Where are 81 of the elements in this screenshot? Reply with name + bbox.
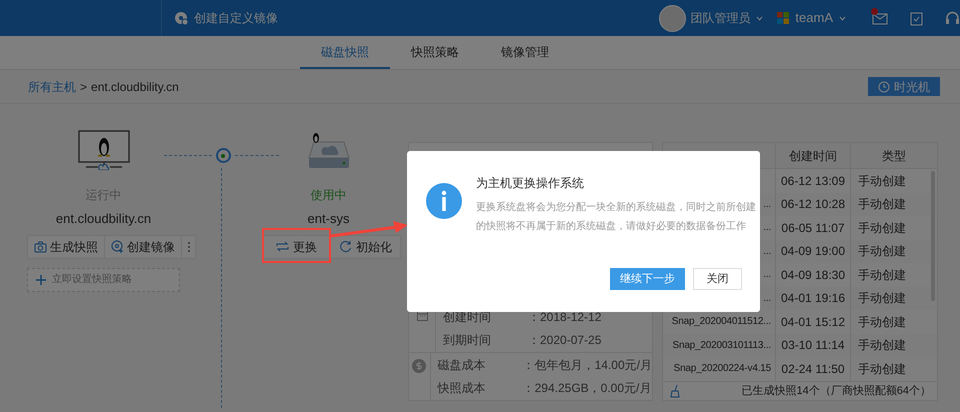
- breadcrumb-link[interactable]: 所有主机: [28, 78, 76, 96]
- time-machine-button[interactable]: 时光机: [868, 77, 940, 96]
- info-icon: [426, 183, 462, 219]
- broom-icon[interactable]: [669, 384, 681, 398]
- info-value: ：包年包月，14.00元/月: [522, 356, 652, 374]
- table-cell-text: Snap_202004011512...: [672, 315, 771, 330]
- info-label: 创建时间: [443, 308, 492, 326]
- snapshot-count: 已生成快照14个（厂商快照配额64个）: [742, 384, 931, 398]
- linux-disk-icon: [308, 132, 350, 170]
- create-image-link[interactable]: 创建自定义镜像: [194, 9, 278, 27]
- avatar[interactable]: [659, 4, 686, 32]
- create-image-button[interactable]: 创建镜像: [104, 236, 181, 258]
- tab[interactable]: 快照策略: [390, 36, 480, 69]
- breadcrumb-separator: >: [80, 78, 88, 96]
- breadcrumb-current: ent.cloudbility.cn: [91, 78, 179, 96]
- table-cell-text: 手动创建: [858, 360, 906, 378]
- table-cell-text: 手动创建: [858, 290, 906, 308]
- mail-icon[interactable]: [872, 11, 888, 25]
- disk-status: 使用中: [310, 187, 346, 204]
- continue-button[interactable]: 继续下一步: [610, 268, 685, 290]
- dialog-title: 为主机更换操作系统: [476, 175, 585, 192]
- table-cell-text: 手动创建: [858, 172, 906, 190]
- headset-icon[interactable]: [945, 10, 960, 26]
- table-cell-text: 04-09 19:00: [780, 243, 846, 260]
- clipboard-icon[interactable]: [910, 10, 923, 26]
- snapshot-policy-button[interactable]: 立即设置快照策略: [27, 268, 180, 292]
- table-cell-text: 手动创建: [858, 220, 906, 237]
- table-cell-text: 06-12 10:28: [780, 196, 846, 214]
- table-cell-text: 手动创建: [858, 243, 906, 260]
- linux-monitor-icon: [78, 130, 130, 170]
- table-cell-text: 06-12 13:09: [780, 172, 846, 190]
- close-button[interactable]: 关闭: [693, 268, 742, 290]
- table-cell-text: 手动创建: [858, 314, 906, 331]
- reset-button[interactable]: 初始化: [330, 236, 400, 258]
- table-cell-text: 02-24 11:50: [781, 360, 845, 378]
- tab[interactable]: 镜像管理: [480, 36, 570, 69]
- user-menu[interactable]: 团队管理员: [690, 9, 750, 27]
- table-cell-text: 04-09 18:30: [780, 266, 846, 284]
- table-cell-text: 手动创建: [858, 196, 906, 214]
- host-name: ent.cloudbility.cn: [56, 210, 152, 228]
- info-label: 到期时间: [443, 332, 492, 350]
- clock-icon: [878, 80, 890, 92]
- table-cell-text: ...: [763, 244, 771, 259]
- connector-line: [234, 155, 278, 156]
- disc-plus-icon: [111, 240, 124, 253]
- info-value: ：294.25GB，0.00元/月: [522, 380, 652, 398]
- chevron-down-icon: [756, 16, 764, 20]
- table-cell-text: 03-10 11:14: [781, 337, 845, 354]
- table-cell-text: Snap_202003101113...: [672, 338, 771, 353]
- info-value: ：2018-12-12: [528, 308, 602, 326]
- team-menu[interactable]: teamA: [795, 8, 833, 28]
- table-cell-text: ...: [763, 268, 771, 282]
- squares-icon: [777, 12, 790, 24]
- camera-icon: [34, 240, 47, 252]
- tab[interactable]: 磁盘快照: [300, 36, 390, 69]
- coin-icon: [412, 359, 426, 373]
- info-label: 磁盘成本: [438, 356, 487, 374]
- column-header: 类型: [881, 148, 907, 164]
- chevron-down-icon: [839, 16, 846, 20]
- status-node: [216, 148, 230, 163]
- replace-button[interactable]: 更换: [263, 236, 330, 258]
- column-header: 创建时间: [776, 143, 851, 168]
- dialog-message: 更换系统盘将会为您分配一块全新的系统磁盘，同时之前所创建的快照将不再属于新的系统磁盘，请做好必要的数据备份工作: [476, 200, 757, 234]
- refresh-icon: [339, 240, 352, 253]
- table-cell-text: ...: [763, 221, 771, 236]
- disc-icon: [174, 11, 188, 25]
- plus-icon: [36, 274, 46, 284]
- table-cell-text: 手动创建: [858, 337, 906, 354]
- snapshot-button[interactable]: 生成快照: [28, 236, 104, 258]
- table-cell-text: 06-05 11:07: [781, 220, 845, 237]
- table-cell-text: Snap_20200224-v4.15: [674, 362, 771, 376]
- disk-name: ent-sys: [308, 210, 350, 228]
- swap-icon: [276, 241, 289, 252]
- connector-line: [164, 155, 212, 156]
- table-cell-text: ...: [763, 292, 771, 306]
- table-cell-text: ...: [763, 198, 771, 212]
- table-cell-text: 手动创建: [858, 266, 906, 284]
- table-cell-text: 04-01 19:16: [780, 290, 846, 308]
- info-value: ：2020-07-25: [528, 332, 602, 350]
- table-cell-text: 04-01 15:12: [780, 314, 846, 331]
- info-label: 快照成本: [438, 380, 487, 398]
